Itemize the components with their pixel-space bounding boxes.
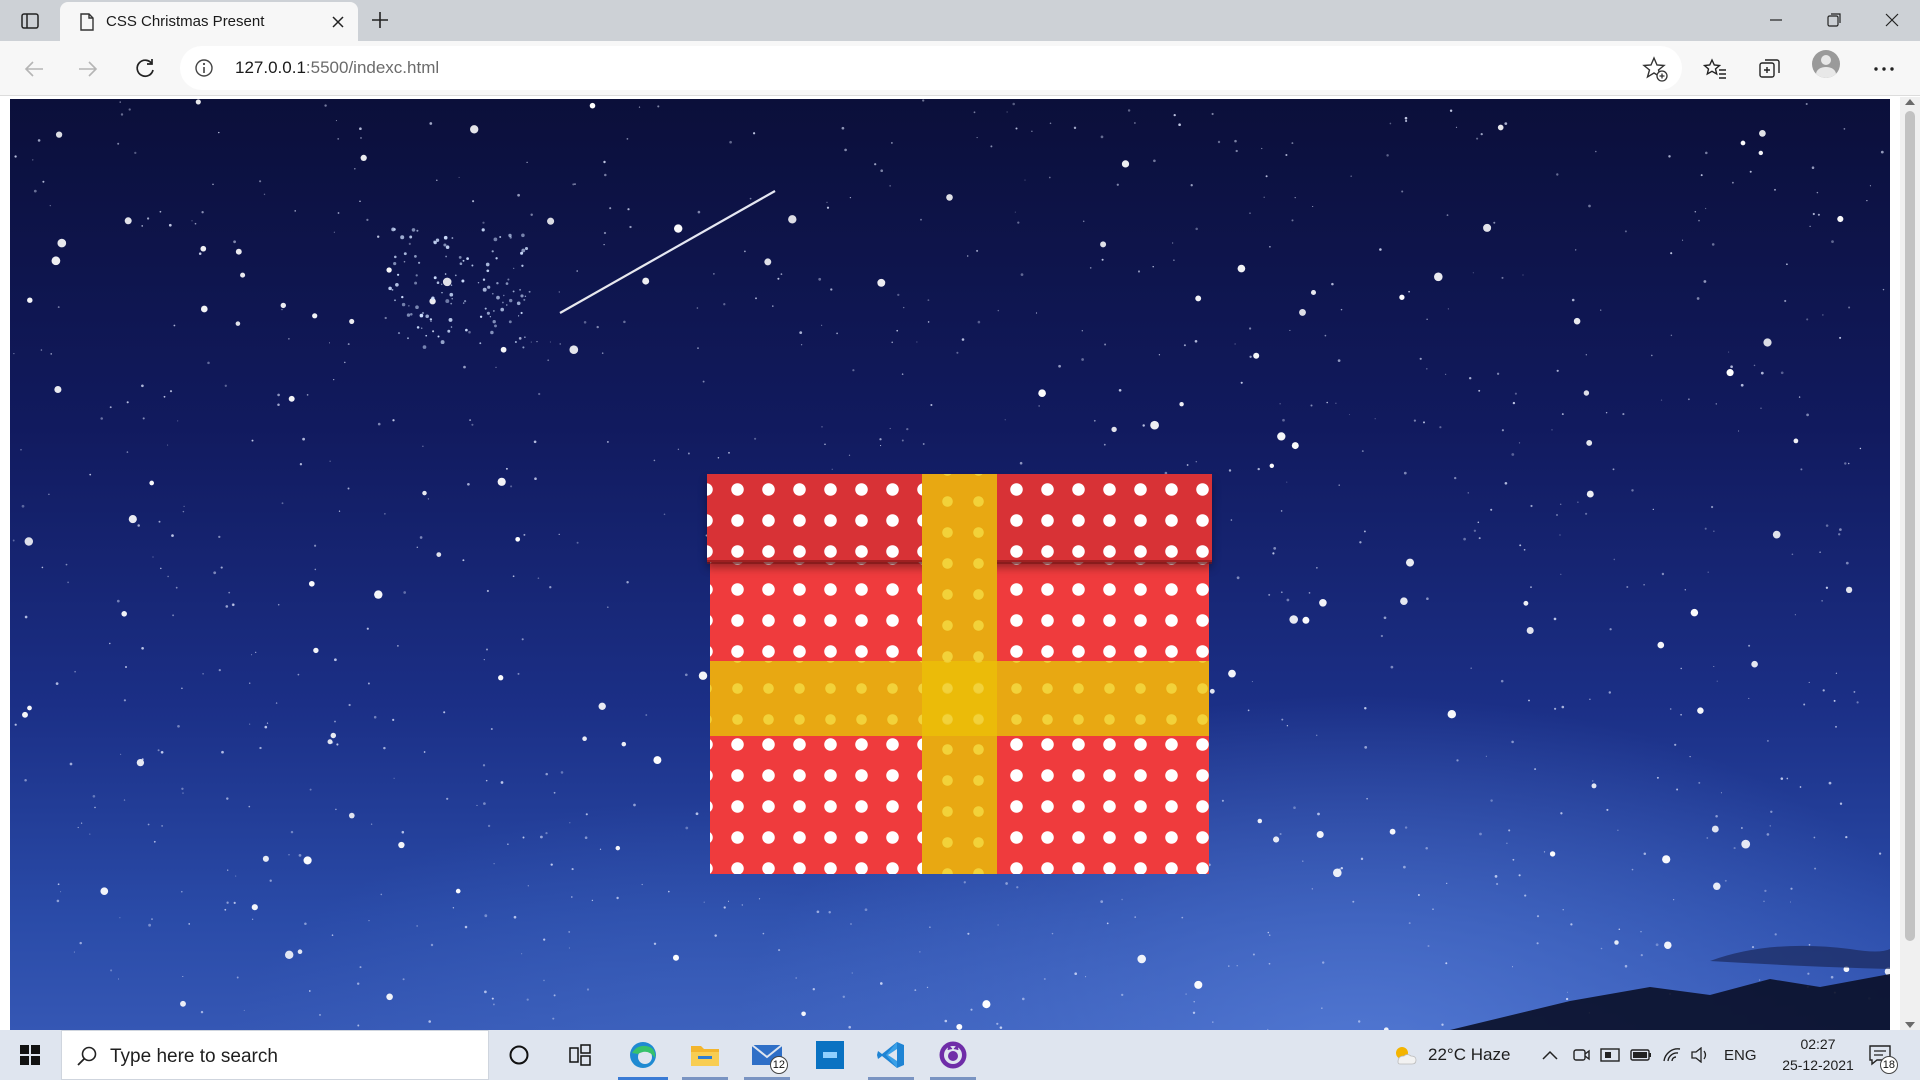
tab-title: CSS Christmas Present	[106, 13, 265, 30]
language-indicator[interactable]: ENG	[1724, 1030, 1757, 1080]
info-icon[interactable]	[194, 58, 214, 78]
search-icon	[77, 1046, 97, 1066]
browser-toolbar: 127.0.0.1:5500/indexc.html	[0, 41, 1920, 96]
file-explorer-icon[interactable]	[676, 1030, 734, 1080]
volume-icon[interactable]	[1690, 1030, 1710, 1080]
scroll-down-icon[interactable]	[1905, 1022, 1915, 1028]
search-placeholder: Type here to search	[110, 1046, 278, 1067]
windows-taskbar: Type here to search 12 22°C Haze ENG 02:…	[0, 1030, 1920, 1080]
notifications-badge: 18	[1879, 1056, 1898, 1074]
notifications-button[interactable]: 18	[1868, 1030, 1898, 1080]
edge-icon[interactable]	[614, 1030, 672, 1080]
chevron-up-icon	[1542, 1050, 1558, 1060]
clock-time: 02:27	[1800, 1036, 1836, 1052]
scrollbar-thumb[interactable]	[1905, 111, 1915, 941]
show-hidden-icons[interactable]	[1542, 1030, 1558, 1080]
address-bar[interactable]: 127.0.0.1:5500/indexc.html	[180, 46, 1682, 90]
close-tab-icon[interactable]	[322, 6, 354, 38]
weather-widget[interactable]: 22°C Haze	[1392, 1030, 1510, 1080]
browser-title-bar: CSS Christmas Present	[0, 0, 1920, 41]
taskbar-search[interactable]: Type here to search	[61, 1030, 489, 1080]
favorites-button[interactable]	[1695, 49, 1735, 89]
forward-button[interactable]	[68, 49, 108, 89]
tray-camera-icon[interactable]	[1572, 1030, 1590, 1080]
tab-actions-icon[interactable]	[12, 8, 48, 34]
page-viewport	[0, 97, 1920, 1030]
more-button[interactable]	[1864, 49, 1904, 89]
refresh-button[interactable]	[125, 49, 165, 89]
gift-box	[707, 474, 1212, 874]
collections-button[interactable]	[1750, 49, 1790, 89]
cortana-icon[interactable]	[490, 1030, 548, 1080]
browser-tab[interactable]: CSS Christmas Present	[60, 2, 358, 41]
url-text[interactable]: 127.0.0.1:5500/indexc.html	[235, 58, 439, 78]
wifi-icon[interactable]	[1662, 1030, 1682, 1080]
star-plus-icon[interactable]	[1642, 56, 1668, 82]
window-close-button[interactable]	[1864, 0, 1920, 40]
page-scrollbar[interactable]	[1900, 97, 1920, 1030]
new-tab-button[interactable]	[362, 4, 398, 36]
page-icon	[70, 7, 104, 37]
scroll-up-icon[interactable]	[1905, 99, 1915, 105]
taskbar-clock[interactable]: 02:27 25-12-2021	[1768, 1034, 1868, 1076]
tray-meet-icon[interactable]	[1600, 1030, 1620, 1080]
dell-app-icon[interactable]	[801, 1030, 859, 1080]
back-button[interactable]	[14, 49, 54, 89]
starry-sky-background	[10, 99, 1890, 1030]
weather-text: 22°C Haze	[1428, 1045, 1511, 1064]
battery-icon[interactable]	[1630, 1030, 1652, 1080]
vscode-icon[interactable]	[862, 1030, 920, 1080]
restore-button[interactable]	[1806, 0, 1862, 40]
avatar[interactable]	[1812, 50, 1840, 78]
mail-icon[interactable]: 12	[738, 1030, 796, 1080]
gift-ribbon-crossing	[922, 661, 997, 736]
clock-date: 25-12-2021	[1782, 1057, 1854, 1073]
minimize-button[interactable]	[1748, 0, 1804, 40]
start-button[interactable]	[0, 1030, 60, 1080]
task-view-icon[interactable]	[551, 1030, 609, 1080]
weather-icon	[1396, 1047, 1417, 1065]
github-desktop-icon[interactable]	[924, 1030, 982, 1080]
mail-badge: 12	[769, 1056, 788, 1074]
windows-logo-icon	[20, 1045, 40, 1065]
